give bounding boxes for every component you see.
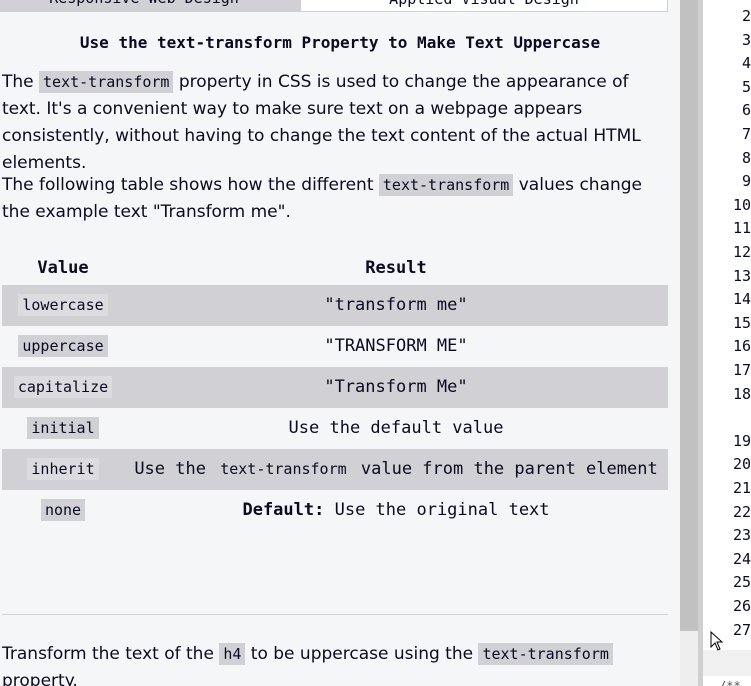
table-header-row: Value Result (2, 251, 668, 285)
line-number: 12 (732, 243, 751, 261)
line-number: 23 (732, 526, 751, 544)
line-number: 20 (732, 455, 751, 473)
line-number: 9 (741, 172, 751, 190)
breadcrumb-superblock[interactable]: Responsive Web Design (0, 0, 310, 12)
table-intro-paragraph: The following table shows how the differ… (2, 172, 670, 226)
line-number: 26 (732, 597, 751, 615)
section-divider (2, 614, 668, 615)
intro-text-before: The (2, 72, 40, 92)
line-number: 17 (732, 361, 751, 379)
header-result: Result (365, 258, 427, 278)
line-number: 18 (732, 385, 751, 403)
line-number: 21 (732, 479, 751, 497)
breadcrumb-block[interactable]: Applied Visual Design (300, 0, 668, 12)
value-code: capitalize (13, 376, 113, 398)
mouse-pointer-icon (710, 631, 724, 651)
value-code: inherit (27, 458, 99, 480)
console-output: /** (703, 677, 751, 686)
line-number: 15 (732, 314, 751, 332)
table-row: lowercase "transform me" (2, 285, 668, 326)
line-number: 24 (732, 550, 751, 568)
value-code: lowercase (18, 294, 108, 316)
line-number: 25 (732, 573, 751, 591)
result-cell: "Transform Me" (324, 377, 468, 397)
instructions-pane: Responsive Web Design Applied Visual Des… (0, 0, 680, 686)
table-row: inherit Use the text-transform value fro… (2, 449, 668, 490)
instructions-scrollbar-thumb[interactable] (680, 0, 698, 631)
result-text: Use the (134, 459, 217, 479)
task-middle: to be uppercase using the (245, 644, 479, 664)
result-cell: "TRANSFORM ME" (324, 336, 468, 356)
line-number (703, 407, 751, 427)
line-number: 4 (741, 54, 751, 72)
line-number: 2 (741, 7, 751, 25)
value-code: initial (27, 417, 99, 439)
breadcrumb: Responsive Web Design Applied Visual Des… (0, 0, 668, 12)
header-value: Value (37, 258, 89, 278)
challenge-title: Use the text-transform Property to Make … (79, 33, 601, 52)
line-number: 8 (741, 149, 751, 167)
value-code: none (40, 499, 86, 521)
inline-code: text-transform (39, 71, 174, 93)
table-row: uppercase "TRANSFORM ME" (2, 326, 668, 367)
inline-code: text-transform (378, 174, 514, 196)
console-text: /** (719, 679, 741, 686)
table-row: capitalize "Transform Me" (2, 367, 668, 408)
table-row: initial Use the default value (2, 408, 668, 449)
line-number: 13 (732, 267, 751, 285)
result-cell: Default: Use the original text (124, 490, 668, 531)
inline-code: text-transform (216, 458, 351, 480)
task-before: Transform the text of the (2, 644, 220, 664)
inline-code: text-transform (478, 643, 613, 665)
line-number: 11 (732, 219, 751, 237)
line-number: 6 (741, 101, 751, 119)
inline-code: h4 (219, 643, 246, 665)
result-text: value from the parent element (350, 459, 658, 479)
line-number: 7 (741, 125, 751, 143)
task-after: property. (2, 671, 78, 686)
table-intro-before: The following table shows how the differ… (2, 175, 379, 195)
intro-paragraph: The text-transform property in CSS is us… (2, 69, 670, 177)
result-cell: "transform me" (324, 295, 468, 315)
line-number: 5 (741, 78, 751, 96)
line-number: 10 (732, 196, 751, 214)
line-number: 3 (741, 31, 751, 49)
line-number: 19 (732, 432, 751, 450)
table-row: none Default: Use the original text (2, 490, 668, 531)
text-transform-table: Value Result lowercase "transform me" up… (2, 251, 668, 531)
line-number: 16 (732, 337, 751, 355)
line-number: 22 (732, 503, 751, 521)
default-label: Default: (242, 500, 325, 520)
editor-horizontal-scrollbar[interactable] (703, 650, 751, 676)
code-editor[interactable]: 2 3 4 5 6 7 8 9 10 11 12 13 14 15 16 17 18 19 20 21 22 23 24 25… (703, 0, 751, 686)
task-paragraph: Transform the text of the h4 to be upper… (2, 641, 670, 686)
result-cell: Use the default value (288, 418, 504, 438)
line-number: 14 (732, 290, 751, 308)
value-code: uppercase (18, 335, 108, 357)
result-cell: Use the text-transform value from the pa… (124, 449, 668, 490)
result-text: Use the original text (324, 500, 550, 520)
